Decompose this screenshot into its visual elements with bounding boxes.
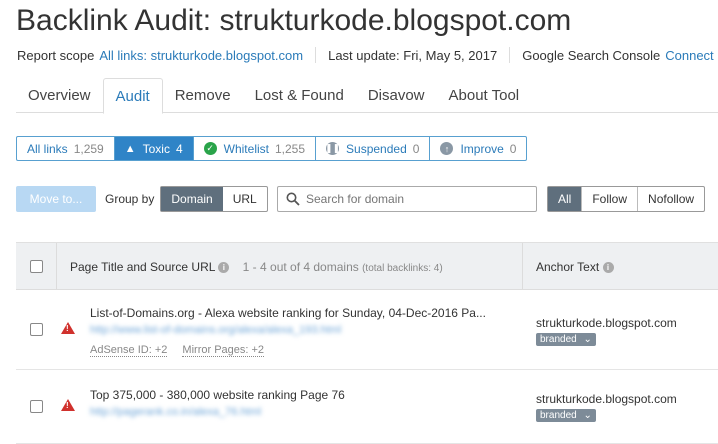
filter-all-links[interactable]: All links 1,259 [17, 137, 115, 160]
report-scope-label: Report scope [17, 47, 95, 63]
warning-icon: ! [61, 322, 75, 334]
arrow-up-icon: ↑ [440, 142, 454, 155]
last-update: Last update: Fri, May 5, 2017 [328, 47, 498, 63]
pause-icon: ❚❚ [324, 142, 341, 155]
warning-icon: ! [61, 399, 75, 411]
divider [315, 47, 317, 63]
search-input[interactable] [306, 192, 526, 206]
nofollow-button[interactable]: Nofollow [637, 187, 704, 211]
group-domain-button[interactable]: Domain [161, 187, 223, 211]
filter-count: 4 [175, 141, 183, 156]
search-icon [286, 192, 300, 206]
divider [509, 47, 511, 63]
filter-label: Improve [460, 141, 504, 156]
adsense-link[interactable]: AdSense ID: +2 [90, 344, 168, 357]
anchor-type-dropdown[interactable]: branded ⌄ [536, 409, 596, 422]
warning-icon: ▲ [124, 142, 136, 155]
gsc-label: Google Search Console [522, 47, 661, 63]
anchor-type-label: branded [540, 334, 577, 345]
row-url-link[interactable]: http://www.list-of-domains.org/alexa/ale… [90, 324, 341, 336]
chevron-down-icon: ⌄ [583, 334, 592, 345]
info-icon[interactable]: i [218, 262, 230, 274]
tab-audit[interactable]: Audit [102, 78, 163, 114]
mirror-pages-link[interactable]: Mirror Pages: +2 [182, 344, 265, 357]
column-header-page-title: Page Title and Source URL [70, 260, 215, 274]
row-checkbox[interactable] [30, 400, 43, 413]
filter-label: Toxic [142, 141, 170, 156]
follow-button[interactable]: Follow [581, 187, 637, 211]
status-filter-bar: All links 1,259 ▲ Toxic 4 ✓ Whitelist 1,… [16, 136, 528, 161]
filter-count: 0 [509, 141, 517, 156]
report-meta: Report scope All links: strukturkode.blo… [17, 47, 714, 63]
tab-lost-found[interactable]: Lost & Found [243, 78, 356, 113]
filter-whitelist[interactable]: ✓ Whitelist 1,255 [194, 137, 317, 160]
filter-count: 1,255 [274, 141, 306, 156]
move-to-button[interactable]: Move to... [16, 186, 96, 212]
row-extras: AdSense ID: +2 Mirror Pages: +2 [90, 344, 276, 357]
table-row: ! List-of-Domains.org - Alexa website ra… [16, 290, 718, 370]
result-total: (total backlinks: 4) [362, 263, 443, 274]
report-scope-link[interactable]: All links: strukturkode.blogspot.com [99, 48, 303, 63]
tab-overview[interactable]: Overview [16, 78, 103, 113]
filter-toxic[interactable]: ▲ Toxic 4 [114, 137, 194, 160]
anchor-text: strukturkode.blogspot.com [536, 316, 677, 330]
group-url-button[interactable]: URL [223, 187, 267, 211]
filter-improve[interactable]: ↑ Improve 0 [430, 137, 526, 160]
divider [522, 243, 523, 289]
filter-count: 1,259 [73, 141, 104, 156]
info-icon[interactable]: i [602, 262, 614, 274]
filter-count: 0 [412, 141, 420, 156]
select-all-checkbox[interactable] [30, 260, 43, 273]
toolbar: Move to... Group by Domain URL All Follo… [16, 186, 718, 212]
group-by-label: Group by [105, 192, 155, 206]
row-url-link[interactable]: http://pagerank.co.in/alexa_76.html [90, 406, 261, 418]
filter-label: Suspended [346, 141, 407, 156]
table-header: Page Title and Source URL i 1 - 4 out of… [16, 242, 718, 290]
row-title: List-of-Domains.org - Alexa website rank… [90, 306, 486, 320]
result-summary: 1 - 4 out of 4 domains [242, 260, 359, 274]
filter-suspended[interactable]: ❚❚ Suspended 0 [316, 137, 431, 160]
filter-label: All links [27, 141, 68, 156]
tab-bar: Overview Audit Remove Lost & Found Disav… [16, 78, 718, 114]
filter-label: Whitelist [223, 141, 269, 156]
check-icon: ✓ [203, 142, 217, 155]
anchor-text: strukturkode.blogspot.com [536, 392, 677, 406]
row-title: Top 375,000 - 380,000 website ranking Pa… [90, 388, 345, 402]
anchor-type-label: branded [540, 410, 577, 421]
table-row: ! Top 375,000 - 380,000 website ranking … [16, 370, 718, 444]
page-title-header: Page Title and Source URL i 1 - 4 out of… [70, 260, 443, 274]
chevron-down-icon: ⌄ [583, 410, 592, 421]
page-title: Backlink Audit: strukturkode.blogspot.co… [16, 4, 572, 37]
tab-remove[interactable]: Remove [163, 78, 243, 113]
follow-filter-toggle: All Follow Nofollow [547, 186, 706, 212]
column-header-anchor-text: Anchor Text [536, 260, 600, 274]
gsc-connect-link[interactable]: Connect [665, 48, 713, 63]
search-box [277, 186, 537, 212]
row-checkbox[interactable] [30, 323, 43, 336]
divider [56, 243, 57, 289]
anchor-type-dropdown[interactable]: branded ⌄ [536, 333, 596, 346]
tab-disavow[interactable]: Disavow [356, 78, 437, 113]
anchor-header: Anchor Text i [536, 260, 614, 274]
tab-about-tool[interactable]: About Tool [437, 78, 532, 113]
follow-all-button[interactable]: All [548, 187, 582, 211]
group-by-toggle: Domain URL [160, 186, 268, 212]
